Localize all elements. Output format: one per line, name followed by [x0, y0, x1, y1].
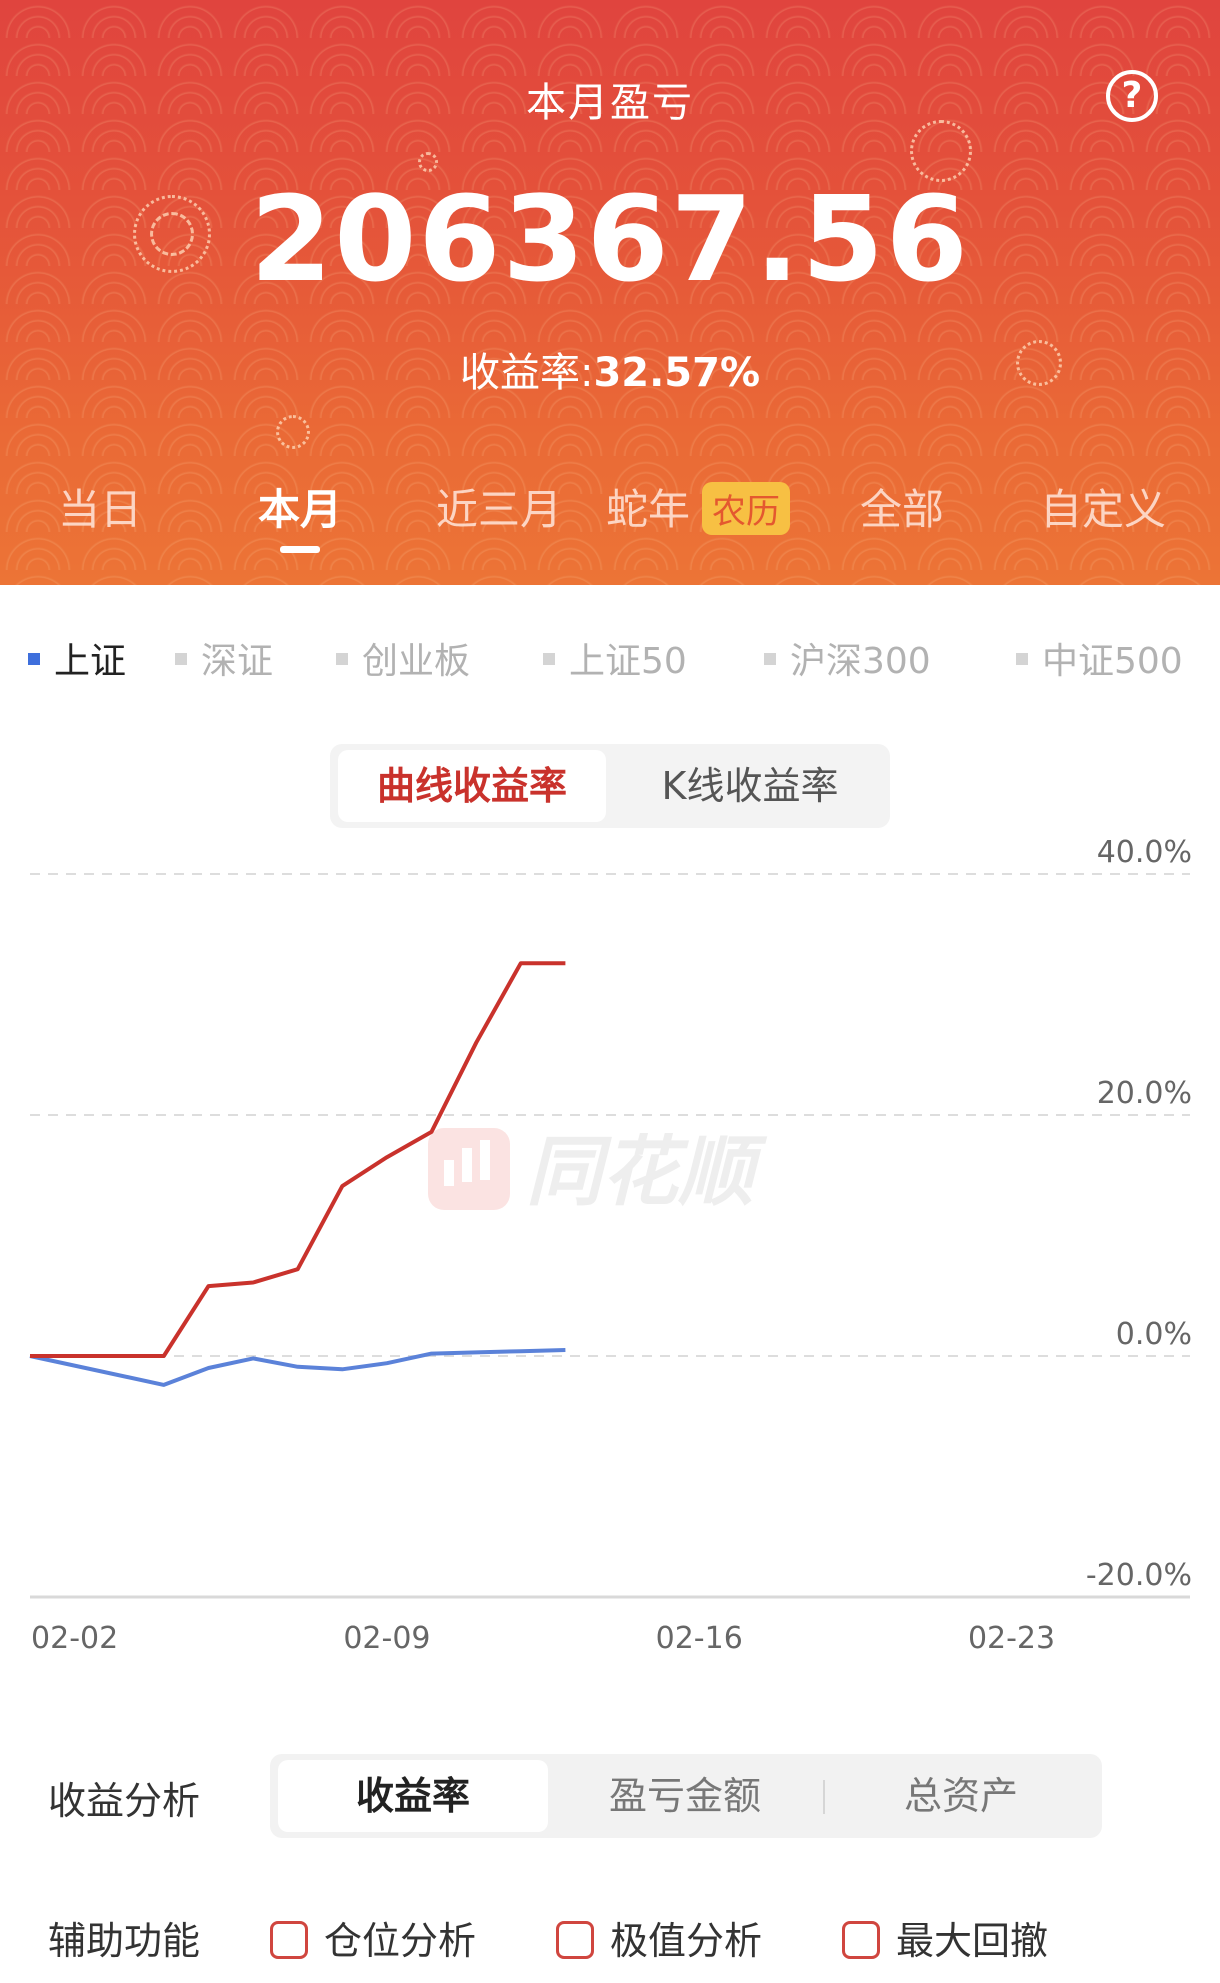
watermark-candle: [480, 1140, 490, 1180]
analysis-option-return-rate[interactable]: 收益率: [278, 1760, 548, 1832]
tab-label: 全部: [860, 485, 945, 534]
y-tick-label: 20.0%: [1097, 1076, 1192, 1111]
checkbox-icon: [556, 1920, 594, 1959]
active-tab-indicator: [280, 546, 320, 553]
page-title: 本月盈亏: [526, 80, 694, 126]
help-icon[interactable]: ?: [1106, 70, 1158, 122]
chart-mode-toggle: 曲线收益率 K线收益率: [330, 744, 890, 828]
index-dot: [1016, 653, 1028, 665]
firework-decoration: [418, 152, 438, 172]
index-dot: [28, 653, 40, 665]
checkbox-label: 最大回撤: [896, 1919, 1049, 1963]
header-banner: 本月盈亏 ? 206367.56 收益率:32.57% 当日 本月 近三月 蛇年…: [0, 0, 1220, 585]
watermark-text: 同花顺: [526, 1127, 768, 1216]
checkbox-label: 仓位分析: [324, 1919, 477, 1963]
watermark-candle: [444, 1160, 454, 1186]
index-tab-sse50[interactable]: 上证50: [543, 632, 687, 684]
index-tab-shenzhen[interactable]: 深证: [175, 632, 273, 684]
y-tick-label: -20.0%: [1086, 1558, 1192, 1593]
x-tick-label: 02-23: [968, 1621, 1055, 1656]
analysis-segment: 收益率 盈亏金额 总资产: [270, 1754, 1102, 1838]
kline-return-button[interactable]: K线收益率: [616, 750, 884, 822]
index-dot: [764, 653, 776, 665]
return-rate-label: 收益率:: [459, 350, 594, 396]
chart-grid: 40.0% 20.0% 0.0% -20.0%: [30, 835, 1192, 1599]
x-tick-label: 02-09: [343, 1621, 430, 1656]
tab-all[interactable]: 全部: [860, 476, 944, 537]
checkbox-icon: [842, 1920, 880, 1959]
watermark-candle: [462, 1148, 472, 1182]
index-dot: [543, 653, 555, 665]
analysis-option-total-assets[interactable]: 总资产: [826, 1760, 1096, 1832]
tab-label: 当日: [58, 485, 143, 534]
index-dot: [175, 653, 187, 665]
index-tab-label: 深证: [201, 641, 274, 682]
return-chart: 40.0% 20.0% 0.0% -20.0% 同花顺 02-02 02-09 02-16…: [29, 835, 1192, 1656]
tab-label: 蛇年: [606, 485, 691, 534]
index-tab-csi300[interactable]: 沪深300: [764, 632, 931, 684]
y-tick-label: 40.0%: [1097, 835, 1192, 870]
curve-return-button[interactable]: 曲线收益率: [338, 750, 606, 822]
index-dot: [336, 653, 348, 665]
index-tab-label: 中证500: [1042, 641, 1183, 682]
index-tab-label: 上证: [54, 641, 127, 682]
x-tick-label: 02-16: [656, 1621, 743, 1656]
tab-label: 自定义: [1040, 485, 1167, 534]
profit-amount: 206367.56: [250, 170, 970, 308]
index-tab-csi500[interactable]: 中证500: [1016, 632, 1183, 684]
position-analysis-checkbox[interactable]: 仓位分析: [270, 1910, 476, 1965]
tab-this-month[interactable]: 本月: [258, 476, 343, 553]
index-tabs: 上证 深证 创业板 上证50 沪深300 中证500: [0, 632, 1220, 682]
return-rate: 收益率:32.57%: [0, 340, 1220, 398]
tab-label: 本月: [258, 485, 343, 534]
checkbox-icon: [270, 1920, 308, 1959]
index-tab-shanghai[interactable]: 上证: [28, 632, 126, 684]
y-tick-label: 0.0%: [1116, 1317, 1192, 1352]
tab-label: 近三月: [436, 485, 563, 534]
x-tick-label: 02-02: [31, 1621, 118, 1656]
tab-three-months[interactable]: 近三月: [436, 476, 562, 537]
watermark: 同花顺: [428, 1127, 768, 1216]
firework-decoration: [276, 415, 310, 449]
index-tab-label: 沪深300: [790, 641, 931, 682]
index-tab-label: 上证50: [569, 641, 687, 682]
tab-snake-year[interactable]: 蛇年 农历: [606, 476, 791, 539]
index-tab-label: 创业板: [362, 641, 471, 682]
analysis-option-profit-amount[interactable]: 盈亏金额: [550, 1760, 820, 1832]
aux-label: 辅助功能: [48, 1919, 201, 1963]
max-drawdown-checkbox[interactable]: 最大回撤: [842, 1910, 1048, 1965]
x-axis-labels: 02-02 02-09 02-16 02-23: [31, 1621, 1055, 1656]
return-rate-value: 32.57%: [593, 350, 761, 396]
tab-custom[interactable]: 自定义: [1040, 476, 1166, 537]
index-tab-chinext[interactable]: 创业板: [336, 632, 470, 684]
lunar-badge: 农历: [702, 482, 791, 535]
tab-today[interactable]: 当日: [58, 476, 142, 537]
checkbox-label: 极值分析: [610, 1919, 763, 1963]
segment-divider: [823, 1780, 825, 1814]
extreme-analysis-checkbox[interactable]: 极值分析: [556, 1910, 762, 1965]
period-tabs: 当日 本月 近三月 蛇年 农历 全部 自定义: [0, 476, 1220, 553]
analysis-label: 收益分析: [48, 1779, 201, 1823]
